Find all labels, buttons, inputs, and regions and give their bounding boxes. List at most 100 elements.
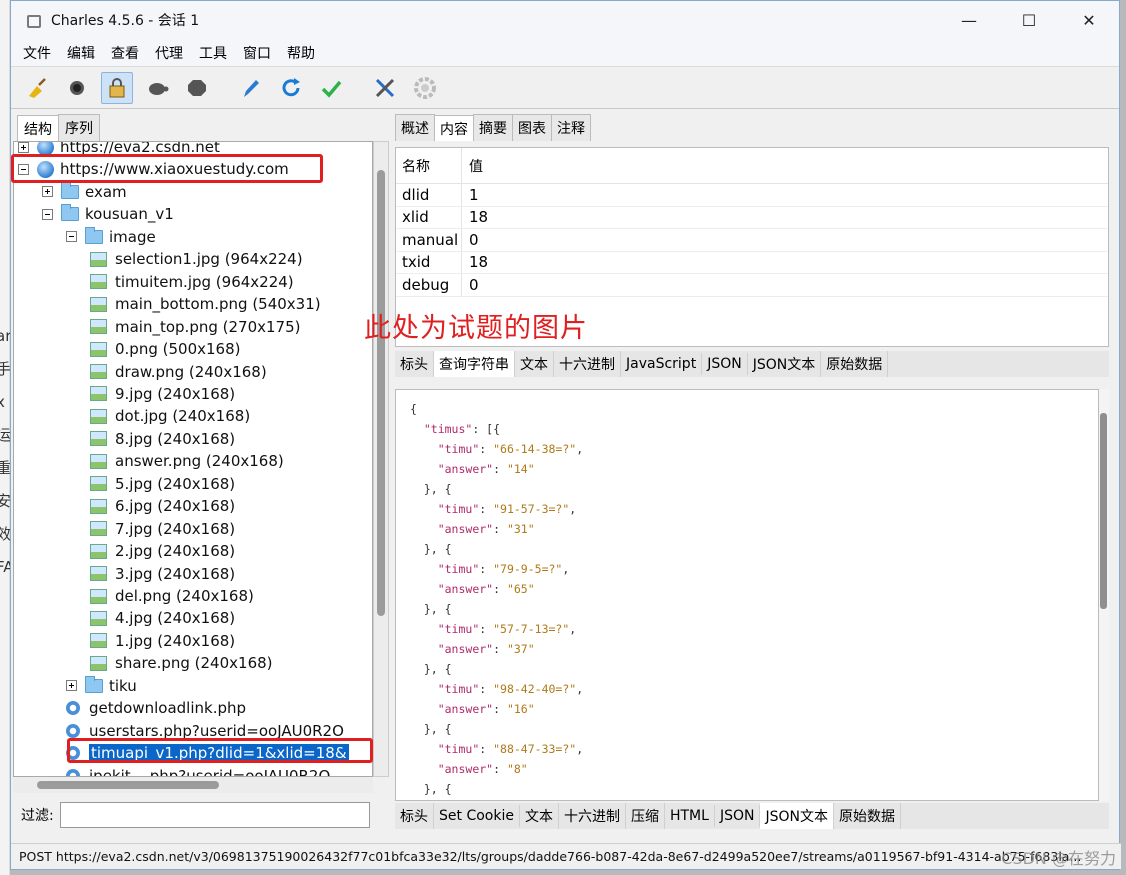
view-tab[interactable]: 十六进制 (554, 351, 621, 377)
view-tab[interactable]: 文本 (520, 803, 559, 829)
image-file-icon (90, 566, 107, 582)
view-tab[interactable]: JSON文本 (760, 803, 834, 829)
tree-item[interactable]: dot.jpg (240x168) (90, 405, 250, 427)
image-file-icon (90, 498, 107, 514)
menu-proxy[interactable]: 代理 (147, 43, 191, 63)
view-tab[interactable]: 标头 (395, 803, 434, 829)
tab-contents[interactable]: 内容 (434, 115, 474, 141)
view-tab[interactable]: JavaScript (621, 353, 703, 375)
menu-help[interactable]: 帮助 (279, 43, 323, 63)
tab-summary[interactable]: 摘要 (473, 114, 513, 141)
tab-notes[interactable]: 注释 (551, 114, 591, 141)
tree-item[interactable]: 6.jpg (240x168) (90, 495, 235, 517)
json-vertical-scrollbar[interactable] (1099, 389, 1109, 801)
image-file-icon (90, 588, 107, 604)
tree-item-label: jpekit....php?userid=ooJAU0R2O... (89, 766, 344, 777)
broom-icon[interactable] (21, 72, 53, 104)
request-tree[interactable]: https://eva2.csdn.net https://www.xiaoxue… (13, 141, 373, 777)
menu-bar: 文件 编辑 查看 代理 工具 窗口 帮助 (11, 39, 1119, 67)
maximize-button[interactable]: ☐ (999, 1, 1059, 39)
expand-icon[interactable] (42, 186, 53, 198)
stop-icon[interactable] (181, 72, 213, 104)
view-tab[interactable]: 压缩 (626, 803, 665, 829)
table-row[interactable]: txid 18 (396, 251, 1108, 274)
param-value: 0 (469, 275, 479, 294)
view-tab[interactable]: 原始数据 (821, 351, 889, 377)
tree-item-label: getdownloadlink.php (89, 699, 247, 718)
tree-item[interactable]: getdownloadlink.php (66, 697, 246, 719)
menu-edit[interactable]: 编辑 (59, 43, 103, 63)
tree-item[interactable]: jpekit....php?userid=ooJAU0R2O... (66, 765, 344, 777)
view-tab[interactable]: 查询字符串 (434, 351, 515, 377)
json-line: "timu": "98-42-40=?", (437, 682, 584, 696)
table-row[interactable]: debug 0 (396, 274, 1108, 297)
tree-item[interactable]: 4.jpg (240x168) (90, 607, 235, 629)
tree-item[interactable]: 2.jpg (240x168) (90, 540, 235, 562)
tree-item[interactable]: 3.jpg (240x168) (90, 563, 235, 585)
tab-structure[interactable]: 结构 (17, 115, 59, 141)
tree-item[interactable]: selection1.jpg (964x224) (90, 248, 303, 270)
tree-item[interactable]: 9.jpg (240x168) (90, 383, 235, 405)
collapse-icon[interactable] (66, 231, 77, 243)
view-tab[interactable]: HTML (665, 805, 715, 827)
tree-item[interactable]: share.png (240x168) (90, 652, 273, 674)
json-text-view[interactable]: { "timus": [{ "timu": "66-14-38=?", "ans… (395, 389, 1099, 801)
tab-overview[interactable]: 概述 (395, 114, 435, 141)
tree-item[interactable]: main_bottom.png (540x31) (90, 293, 321, 315)
tree-vertical-scrollbar[interactable] (373, 141, 389, 777)
gear-icon[interactable] (409, 72, 441, 104)
tree-item[interactable]: 1.jpg (240x168) (90, 630, 235, 652)
record-icon[interactable] (61, 72, 93, 104)
view-tab[interactable]: 文本 (515, 351, 554, 377)
table-row[interactable]: dlid 1 (396, 184, 1108, 207)
param-value: 18 (469, 253, 489, 272)
tree-item[interactable]: 7.jpg (240x168) (90, 518, 235, 540)
tree-horizontal-scrollbar[interactable] (13, 777, 373, 793)
image-file-icon (90, 453, 107, 469)
tree-item[interactable]: exam (42, 181, 127, 203)
tab-sequence[interactable]: 序列 (58, 114, 100, 141)
minimize-button[interactable]: — (939, 1, 999, 39)
tree-item[interactable]: answer.png (240x168) (90, 450, 284, 472)
image-file-icon (90, 476, 107, 492)
view-tab[interactable]: Set Cookie (434, 805, 520, 827)
close-button[interactable]: ✕ (1059, 1, 1119, 39)
tree-item[interactable]: timuitem.jpg (964x224) (90, 271, 294, 293)
refresh-icon[interactable] (275, 72, 307, 104)
menu-file[interactable]: 文件 (15, 43, 59, 63)
lock-icon[interactable] (101, 71, 133, 104)
tab-chart[interactable]: 图表 (512, 114, 552, 141)
view-tab[interactable]: JSON (715, 805, 761, 827)
pen-icon[interactable] (235, 72, 267, 104)
check-icon[interactable] (315, 72, 347, 104)
menu-view[interactable]: 查看 (103, 43, 147, 63)
view-tab[interactable]: 原始数据 (834, 803, 901, 829)
turtle-icon[interactable] (141, 72, 173, 104)
filter-input[interactable] (59, 802, 370, 828)
tree-item-label: userstars.php?userid=ooJAU0R2O (89, 721, 344, 740)
tools-icon[interactable] (369, 72, 401, 104)
tree-item[interactable]: del.png (240x168) (90, 585, 254, 607)
tree-item[interactable]: main_top.png (270x175) (90, 316, 301, 338)
table-row[interactable]: manual 0 (396, 229, 1108, 252)
menu-window[interactable]: 窗口 (235, 43, 279, 63)
view-tab[interactable]: JSON (702, 353, 748, 375)
tree-item[interactable]: 8.jpg (240x168) (90, 428, 235, 450)
expand-icon[interactable] (18, 142, 29, 153)
tree-item[interactable]: image (66, 226, 156, 248)
charles-app-icon (25, 12, 41, 28)
tree-item[interactable]: 5.jpg (240x168) (90, 473, 235, 495)
view-tab[interactable]: 标头 (395, 351, 434, 377)
collapse-icon[interactable] (42, 208, 53, 220)
menu-tools[interactable]: 工具 (191, 43, 235, 63)
view-tab[interactable]: 十六进制 (559, 803, 626, 829)
tree-item[interactable]: 0.png (500x168) (90, 338, 240, 360)
tree-item[interactable]: tiku (66, 675, 137, 697)
tree-item[interactable]: kousuan_v1 (42, 203, 174, 225)
image-file-icon (90, 274, 107, 290)
tree-item-label: timuitem.jpg (964x224) (115, 272, 294, 291)
table-row[interactable]: xlid 18 (396, 206, 1108, 229)
view-tab[interactable]: JSON文本 (748, 351, 822, 377)
tree-item[interactable]: draw.png (240x168) (90, 361, 267, 383)
expand-icon[interactable] (66, 680, 77, 692)
